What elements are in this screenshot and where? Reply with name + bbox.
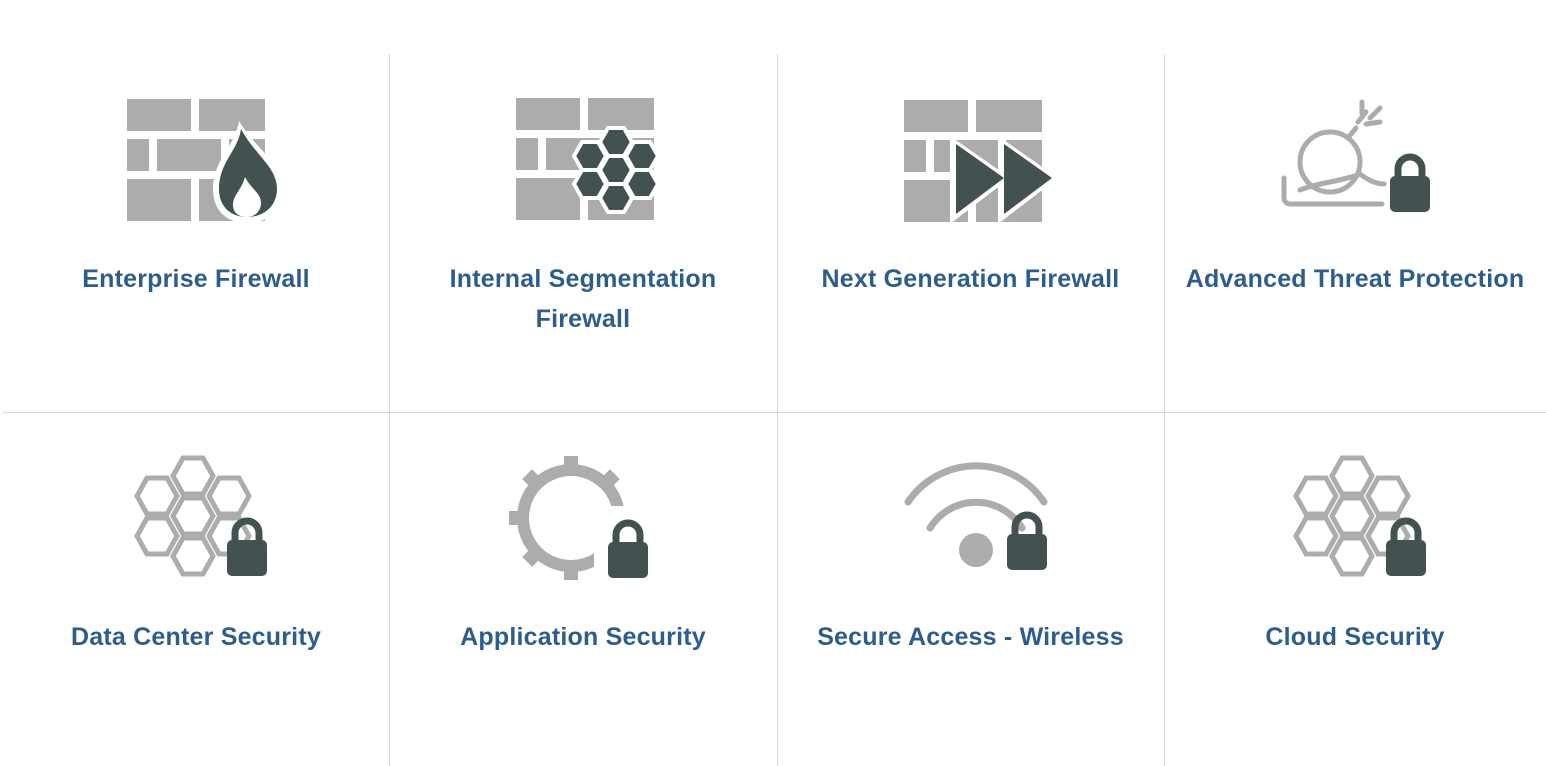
- column-divider: [389, 54, 390, 766]
- tile-label: Cloud Security: [1265, 623, 1445, 651]
- tile-advanced-threat-protection[interactable]: Advanced Threat Protection: [1164, 54, 1546, 412]
- hexagon-cluster-lock-icon: [111, 452, 281, 582]
- tile-label: Internal Segmentation Firewall: [449, 265, 717, 333]
- tile-application-security[interactable]: Application Security: [389, 412, 777, 766]
- tile-internal-segmentation-firewall[interactable]: Internal Segmentation Firewall: [389, 54, 777, 412]
- firewall-flame-icon: [111, 94, 281, 224]
- row-divider: [3, 412, 1546, 413]
- tile-data-center-security[interactable]: Data Center Security: [3, 412, 389, 766]
- tile-next-generation-firewall[interactable]: Next Generation Firewall: [777, 54, 1164, 412]
- tile-label: Advanced Threat Protection: [1185, 265, 1525, 293]
- firewall-hexagon-icon: [498, 94, 668, 224]
- firewall-fast-forward-icon: [886, 94, 1056, 224]
- tile-label: Enterprise Firewall: [82, 265, 310, 293]
- wifi-lock-icon: [886, 452, 1056, 582]
- product-grid: Enterprise Firewall Internal Segmentatio…: [3, 54, 1546, 766]
- tile-cloud-security[interactable]: Cloud Security: [1164, 412, 1546, 766]
- tile-secure-access-wireless[interactable]: Secure Access - Wireless: [777, 412, 1164, 766]
- bomb-lock-icon: [1270, 94, 1440, 224]
- gear-lock-icon: [498, 452, 668, 582]
- tile-label: Secure Access - Wireless: [817, 623, 1124, 651]
- column-divider: [1164, 54, 1165, 766]
- tile-enterprise-firewall[interactable]: Enterprise Firewall: [3, 54, 389, 412]
- column-divider: [777, 54, 778, 766]
- tile-label: Data Center Security: [71, 623, 321, 651]
- hexagon-cluster-lock-icon: [1270, 452, 1440, 582]
- tile-label: Next Generation Firewall: [821, 265, 1120, 293]
- tile-label: Application Security: [460, 623, 706, 651]
